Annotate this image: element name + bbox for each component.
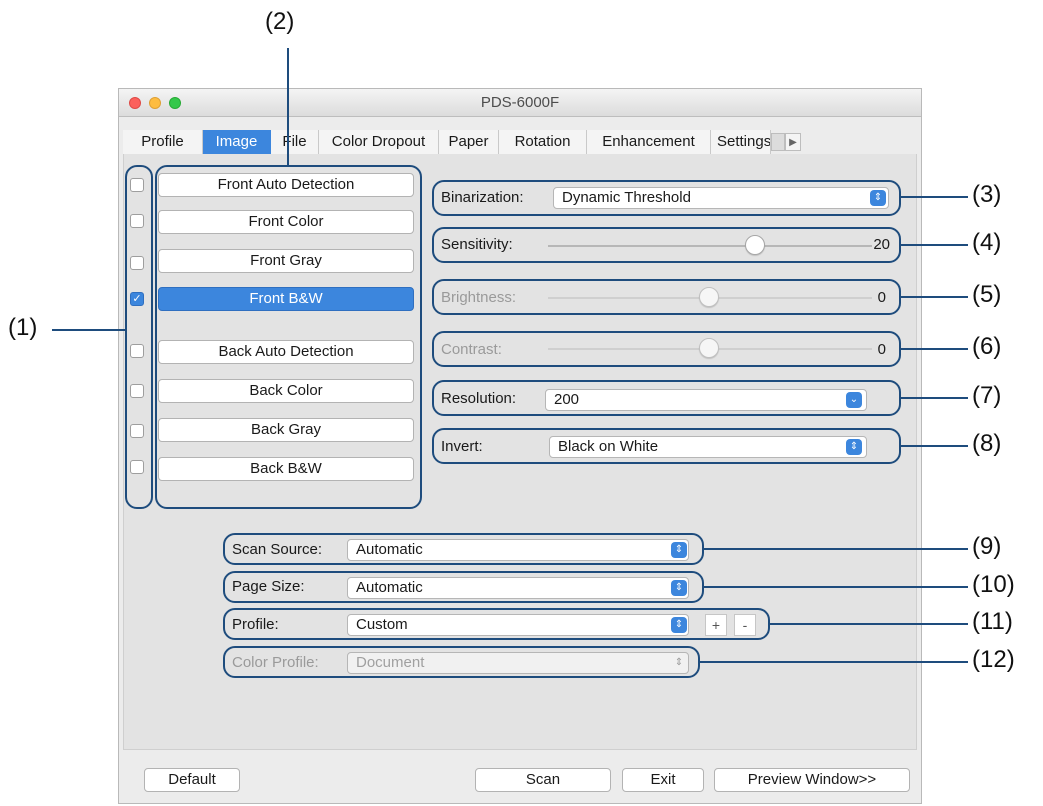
callout-number-1: (1) <box>8 314 38 341</box>
tab-paper[interactable]: Paper <box>439 130 499 154</box>
callout-leader-12 <box>700 661 968 663</box>
preview-window-button[interactable]: Preview Window>> <box>714 768 910 792</box>
callout-frame-5 <box>432 279 901 315</box>
callout-leader-10 <box>704 586 968 588</box>
callout-number-5: (5) <box>972 281 1002 308</box>
callout-leader-4 <box>901 244 968 246</box>
callout-number-12: (12) <box>972 646 1015 673</box>
callout-leader-2 <box>287 48 289 166</box>
callout-leader-9 <box>704 548 968 550</box>
callout-number-4: (4) <box>972 229 1002 256</box>
callout-number-8: (8) <box>972 430 1002 457</box>
callout-leader-3 <box>901 196 968 198</box>
callout-leader-6 <box>901 348 968 350</box>
tab-bar: Profile Image File Color Dropout Paper R… <box>123 130 917 154</box>
default-button[interactable]: Default <box>144 768 240 792</box>
callout-leader-7 <box>901 397 968 399</box>
callout-number-2: (2) <box>265 8 295 35</box>
callout-frame-7 <box>432 380 901 416</box>
title-bar: PDS-6000F <box>119 89 921 117</box>
callout-frame-9 <box>223 533 704 565</box>
callout-number-10: (10) <box>972 571 1015 598</box>
callout-frame-8 <box>432 428 901 464</box>
callout-frame-4 <box>432 227 901 263</box>
callout-leader-5 <box>901 296 968 298</box>
tab-profile[interactable]: Profile <box>123 130 203 154</box>
callout-frame-11 <box>223 608 770 640</box>
tab-image[interactable]: Image <box>203 130 271 154</box>
tab-color-dropout[interactable]: Color Dropout <box>319 130 439 154</box>
tab-file[interactable]: File <box>271 130 319 154</box>
callout-number-3: (3) <box>972 181 1002 208</box>
callout-leader-11 <box>770 623 968 625</box>
tab-settings[interactable]: Settings <box>711 130 771 154</box>
callout-leader-8 <box>901 445 968 447</box>
tab-scroll-left[interactable] <box>771 133 785 151</box>
callout-number-9: (9) <box>972 533 1002 560</box>
callout-frame-6 <box>432 331 901 367</box>
tab-enhancement[interactable]: Enhancement <box>587 130 711 154</box>
exit-button[interactable]: Exit <box>622 768 704 792</box>
callout-frame-10 <box>223 571 704 603</box>
callout-frame-2 <box>155 165 422 509</box>
scan-button[interactable]: Scan <box>475 768 611 792</box>
callout-number-11: (11) <box>972 608 1013 635</box>
callout-frame-3 <box>432 180 901 216</box>
window-title: PDS-6000F <box>480 94 560 111</box>
callout-number-7: (7) <box>972 382 1002 409</box>
callout-leader-1 <box>52 329 126 331</box>
callout-number-6: (6) <box>972 333 1002 360</box>
tab-scroll-right-icon[interactable]: ▶ <box>785 133 801 151</box>
callout-frame-12 <box>223 646 700 678</box>
callout-frame-1 <box>125 165 153 509</box>
tab-rotation[interactable]: Rotation <box>499 130 587 154</box>
